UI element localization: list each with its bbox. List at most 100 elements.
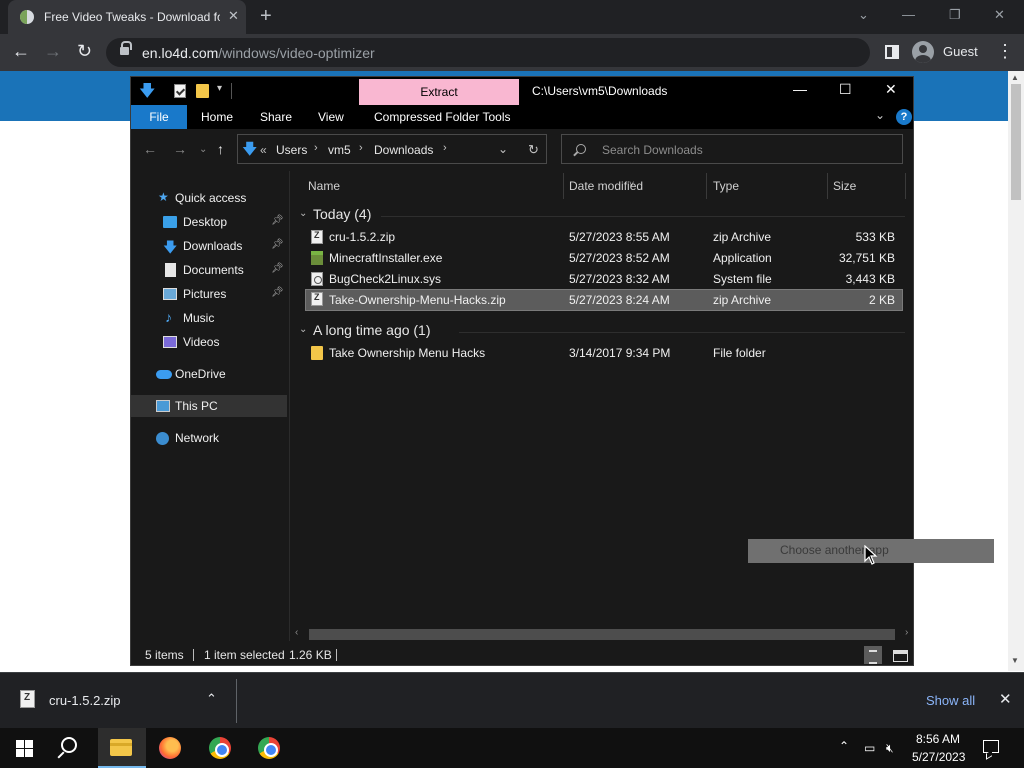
- breadcrumb-chevron-icon[interactable]: ›: [443, 142, 447, 154]
- pin-icon[interactable]: 📌︎: [271, 263, 284, 274]
- clock-date[interactable]: 5/27/2023: [912, 750, 965, 764]
- notification-center-icon[interactable]: [983, 740, 999, 753]
- download-options-chevron-icon[interactable]: ⌃: [206, 691, 217, 707]
- clock-time[interactable]: 8:56 AM: [916, 732, 960, 746]
- pin-icon[interactable]: 📌︎: [271, 239, 284, 250]
- breadcrumb-overflow[interactable]: «: [260, 143, 267, 157]
- column-divider[interactable]: [706, 173, 707, 199]
- search-downloads-input[interactable]: Search Downloads: [561, 134, 903, 164]
- reload-icon[interactable]: ↻: [77, 41, 92, 61]
- column-date-modified[interactable]: Date modified: [569, 179, 643, 193]
- nav-onedrive[interactable]: OneDrive: [131, 363, 287, 385]
- horizontal-scrollbar-thumb[interactable]: [309, 629, 895, 640]
- explorer-close-button[interactable]: ✕: [885, 81, 897, 98]
- tab-view[interactable]: View: [318, 110, 344, 124]
- file-row[interactable]: Take Ownership Menu Hacks 3/14/2017 9:34…: [305, 343, 903, 363]
- customize-toolbar-icon[interactable]: ▾: [217, 83, 222, 94]
- windows-start-icon[interactable]: [16, 740, 33, 757]
- minimize-button[interactable]: —: [902, 7, 915, 22]
- show-all-link[interactable]: Show all: [926, 693, 975, 708]
- profile-button[interactable]: Guest: [912, 40, 982, 64]
- network-status-icon[interactable]: ▭: [864, 741, 875, 755]
- tab-file[interactable]: File: [131, 105, 187, 129]
- file-row[interactable]: cru-1.5.2.zip 5/27/2023 8:55 AM zip Arch…: [305, 227, 903, 247]
- column-name[interactable]: Name: [308, 179, 340, 193]
- download-item-name[interactable]: cru-1.5.2.zip: [49, 693, 121, 708]
- file-row[interactable]: MinecraftInstaller.exe 5/27/2023 8:52 AM…: [305, 248, 903, 268]
- new-tab-button[interactable]: +: [260, 6, 272, 26]
- refresh-icon[interactable]: ↻: [528, 142, 539, 158]
- volume-muted-icon[interactable]: 🔇︎: [886, 741, 894, 756]
- taskbar-search-icon[interactable]: [61, 737, 77, 753]
- nav-desktop[interactable]: Desktop 📌︎: [131, 211, 287, 233]
- nav-music[interactable]: ♪ Music: [131, 307, 287, 329]
- close-shelf-icon[interactable]: ✕: [999, 690, 1012, 708]
- large-icons-view-button[interactable]: [891, 646, 909, 664]
- breadcrumb-users[interactable]: Users: [276, 143, 307, 157]
- taskbar-chrome-2[interactable]: [246, 728, 294, 768]
- close-window-button[interactable]: ✕: [994, 7, 1005, 23]
- tab-share[interactable]: Share: [260, 110, 292, 124]
- forward-arrow-icon[interactable]: →: [44, 41, 62, 61]
- nav-network[interactable]: Network: [131, 427, 287, 449]
- explorer-back-icon[interactable]: ←: [143, 141, 157, 157]
- recent-locations-icon[interactable]: ⌄: [199, 144, 207, 155]
- explorer-minimize-button[interactable]: —: [793, 81, 807, 97]
- new-folder-icon[interactable]: [196, 84, 209, 98]
- group-long-time-ago[interactable]: ⌄ A long time ago (1): [299, 321, 907, 343]
- pin-icon[interactable]: 📌︎: [271, 287, 284, 298]
- column-type[interactable]: Type: [713, 179, 739, 193]
- back-arrow-icon[interactable]: ←: [12, 41, 30, 61]
- explorer-maximize-button[interactable]: ☐: [839, 81, 852, 98]
- tab-compressed-folder-tools[interactable]: Compressed Folder Tools: [374, 110, 511, 124]
- breadcrumb-vm5[interactable]: vm5: [328, 143, 351, 157]
- explorer-forward-icon[interactable]: →: [173, 141, 187, 157]
- up-folder-icon[interactable]: ↑: [217, 141, 224, 157]
- explorer-address-bar[interactable]: 🡇 « Users › vm5 › Downloads › ⌄ ↻: [237, 134, 547, 164]
- breadcrumb-downloads[interactable]: Downloads: [374, 143, 433, 157]
- breadcrumb-chevron-icon[interactable]: ›: [359, 142, 363, 154]
- address-bar[interactable]: en.lo4d.com/windows/video-optimizer: [106, 38, 870, 67]
- scroll-up-arrow-icon[interactable]: ▲: [1011, 73, 1019, 82]
- nav-videos[interactable]: Videos: [131, 331, 287, 353]
- file-row-selected[interactable]: Take-Ownership-Menu-Hacks.zip 5/27/2023 …: [305, 289, 903, 311]
- column-divider[interactable]: [563, 173, 564, 199]
- column-divider[interactable]: [905, 173, 906, 199]
- pin-icon[interactable]: 📌︎: [271, 215, 284, 226]
- column-divider[interactable]: [827, 173, 828, 199]
- taskbar-file-explorer[interactable]: [98, 728, 146, 768]
- nav-documents[interactable]: Documents 📌︎: [131, 259, 287, 281]
- browser-tab[interactable]: Free Video Tweaks - Download for Windows…: [8, 0, 246, 34]
- address-history-icon[interactable]: ⌄: [498, 142, 508, 156]
- column-size[interactable]: Size: [833, 179, 856, 193]
- collapse-chevron-icon[interactable]: ⌄: [299, 208, 307, 219]
- taskbar-firefox[interactable]: [146, 728, 194, 768]
- scroll-left-arrow-icon[interactable]: ‹: [295, 627, 298, 638]
- breadcrumb-chevron-icon[interactable]: ›: [314, 142, 318, 154]
- collapse-chevron-icon[interactable]: ⌄: [299, 324, 307, 335]
- scroll-down-arrow-icon[interactable]: ▼: [1011, 656, 1019, 665]
- properties-icon[interactable]: [174, 84, 186, 98]
- horizontal-scrollbar[interactable]: ‹ ›: [291, 625, 913, 643]
- tab-home[interactable]: Home: [201, 110, 233, 124]
- file-row[interactable]: BugCheck2Linux.sys 5/27/2023 8:32 AM Sys…: [305, 269, 903, 289]
- nav-this-pc[interactable]: This PC: [131, 395, 287, 417]
- pane-divider[interactable]: [289, 171, 290, 641]
- page-scrollbar-thumb[interactable]: [1011, 84, 1021, 200]
- help-icon[interactable]: ?: [896, 109, 912, 125]
- nav-quick-access[interactable]: ★ Quick access: [131, 187, 287, 209]
- taskbar-chrome[interactable]: [197, 728, 245, 768]
- tab-close-icon[interactable]: ✕: [228, 8, 239, 24]
- expand-ribbon-icon[interactable]: ⌄: [875, 108, 885, 122]
- browser-menu-icon[interactable]: ⋮: [996, 42, 1014, 60]
- details-view-button[interactable]: [864, 646, 882, 664]
- nav-downloads[interactable]: 🡇 Downloads 📌︎: [131, 235, 287, 257]
- scroll-right-arrow-icon[interactable]: ›: [905, 627, 908, 638]
- group-today[interactable]: ⌄ Today (4): [299, 205, 907, 227]
- show-hidden-icons-chevron-icon[interactable]: ⌃: [839, 739, 849, 753]
- restore-button[interactable]: ❐: [949, 7, 961, 23]
- nav-pictures[interactable]: Pictures 📌︎: [131, 283, 287, 305]
- extract-context-tab[interactable]: Extract: [359, 79, 519, 105]
- tab-search-icon[interactable]: ⌄: [858, 7, 869, 23]
- side-panel-icon[interactable]: [885, 45, 899, 59]
